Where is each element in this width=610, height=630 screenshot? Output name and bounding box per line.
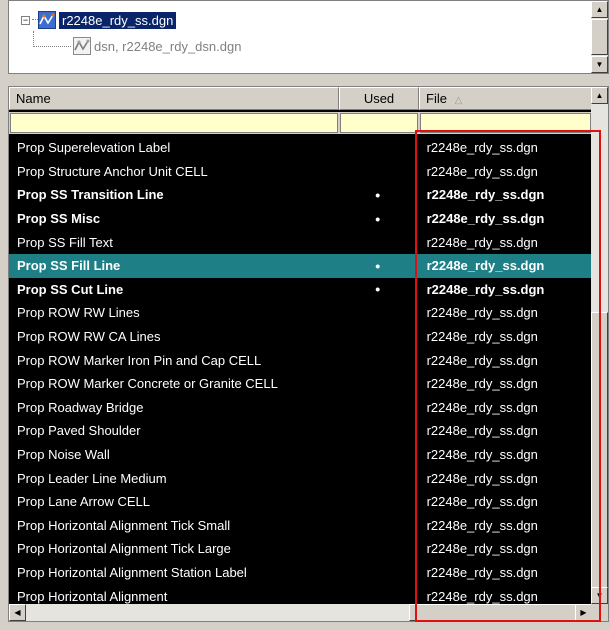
table-row[interactable]: Prop ROW Marker Iron Pin and Cap CELL r22…: [9, 348, 592, 372]
level-name-cell: Prop Roadway Bridge: [17, 399, 144, 415]
scroll-up-button[interactable]: ▲: [591, 87, 608, 104]
level-name-cell: Prop Noise Wall: [17, 447, 110, 463]
list-header: Name Used File △: [9, 87, 592, 110]
level-name-cell: Prop Leader Line Medium: [17, 470, 167, 486]
level-name-cell: Prop ROW RW Lines: [17, 305, 140, 321]
level-name-cell: Prop SS Cut Line: [17, 281, 124, 297]
level-name-cell: Prop Paved Shoulder: [17, 423, 141, 439]
horizontal-scroll-thumb[interactable]: [409, 604, 579, 621]
table-row[interactable]: Prop SS Fill Text r2248e_rdy_ss.dgn: [9, 230, 592, 254]
file-cell: r2248e_rdy_ss.dgn: [426, 305, 538, 321]
table-row[interactable]: Prop ROW Marker Concrete or Granite CELL…: [9, 372, 592, 396]
filter-row: [9, 112, 592, 134]
dgn-file-icon: [38, 11, 56, 29]
file-cell: r2248e_rdy_ss.dgn: [426, 211, 545, 227]
table-row[interactable]: Prop SS Misc • r2248e_rdy_ss.dgn: [9, 207, 592, 231]
level-name-cell: Prop Structure Anchor Unit CELL: [17, 163, 208, 179]
file-cell: r2248e_rdy_ss.dgn: [426, 352, 538, 368]
scroll-down-button[interactable]: ▼: [591, 56, 608, 73]
used-filter-field[interactable]: [340, 113, 418, 133]
tree-vertical-scrollbar[interactable]: ▲ ▼: [591, 1, 608, 73]
file-cell: r2248e_rdy_ss.dgn: [426, 423, 538, 439]
scroll-right-button[interactable]: ▶: [575, 604, 592, 621]
table-row[interactable]: Prop SS Fill Line • r2248e_rdy_ss.dgn: [9, 253, 592, 278]
table-row[interactable]: Prop Noise Wall r2248e_rdy_ss.dgn: [9, 443, 592, 467]
tree-scroll-thumb[interactable]: [591, 19, 608, 55]
file-cell: r2248e_rdy_ss.dgn: [426, 281, 545, 297]
used-indicator-cell: •: [375, 281, 381, 298]
table-row[interactable]: Prop Roadway Bridge r2248e_rdy_ss.dgn: [9, 396, 592, 420]
tree-node-root-label: r2248e_rdy_ss.dgn: [59, 11, 177, 29]
scroll-down-button[interactable]: ▼: [591, 587, 608, 604]
level-name-cell: Prop SS Misc: [17, 211, 101, 227]
file-cell: r2248e_rdy_ss.dgn: [426, 588, 538, 604]
table-row[interactable]: Prop Structure Anchor Unit CELL r2248e_rd…: [9, 160, 592, 184]
level-name-cell: Prop SS Fill Line: [17, 258, 121, 274]
dgn-file-icon: [73, 37, 91, 55]
level-name-cell: Prop ROW Marker Concrete or Granite CELL: [17, 376, 278, 392]
file-cell: r2248e_rdy_ss.dgn: [426, 329, 538, 345]
column-header-name[interactable]: Name: [9, 87, 339, 110]
file-cell: r2248e_rdy_ss.dgn: [426, 447, 538, 463]
table-row[interactable]: Prop Leader Line Medium r2248e_rdy_ss.dgn: [9, 466, 592, 490]
list-vertical-scrollbar[interactable]: ▲ ▼: [591, 87, 608, 612]
list-scroll-thumb[interactable]: [591, 312, 608, 612]
table-row[interactable]: Prop Horizontal Alignment Tick Small r224…: [9, 514, 592, 538]
level-name-cell: Prop ROW RW CA Lines: [17, 329, 161, 345]
table-row[interactable]: Prop ROW RW Lines r2248e_rdy_ss.dgn: [9, 301, 592, 325]
table-row[interactable]: Prop Paved Shoulder r2248e_rdy_ss.dgn: [9, 419, 592, 443]
list-rows: Prop Superelevation Label r2248e_rdy_ss.d…: [9, 136, 592, 608]
level-name-cell: Prop Horizontal Alignment Tick Large: [17, 541, 231, 557]
file-cell: r2248e_rdy_ss.dgn: [426, 541, 538, 557]
file-cell: r2248e_rdy_ss.dgn: [426, 234, 538, 250]
file-filter-field[interactable]: [420, 113, 591, 133]
file-cell: r2248e_rdy_ss.dgn: [426, 140, 538, 156]
collapse-toggle[interactable]: −: [21, 15, 30, 25]
level-name-cell: Prop Lane Arrow CELL: [17, 494, 150, 510]
table-row[interactable]: Prop SS Transition Line • r2248e_rdy_ss.dg…: [9, 183, 592, 207]
tree-node-root[interactable]: − r2248e_rdy_ss.dgn: [21, 9, 177, 31]
file-cell: r2248e_rdy_ss.dgn: [426, 376, 538, 392]
file-cell: r2248e_rdy_ss.dgn: [426, 470, 538, 486]
tree-node-child-label: dsn, r2248e_rdy_dsn.dgn: [94, 38, 242, 54]
file-cell: r2248e_rdy_ss.dgn: [426, 187, 545, 203]
used-indicator-cell: •: [375, 210, 381, 227]
level-name-cell: Prop Horizontal Alignment: [17, 588, 168, 604]
table-row[interactable]: Prop Horizontal Alignment Tick Large r224…: [9, 537, 592, 561]
level-name-cell: Prop SS Transition Line: [17, 187, 164, 203]
scroll-left-button[interactable]: ◀: [9, 604, 26, 621]
level-name-cell: Prop SS Fill Text: [17, 234, 113, 250]
scroll-up-button[interactable]: ▲: [591, 1, 608, 18]
column-header-used[interactable]: Used: [339, 87, 419, 110]
file-cell: r2248e_rdy_ss.dgn: [426, 564, 538, 580]
file-cell: r2248e_rdy_ss.dgn: [426, 163, 538, 179]
model-tree: − r2248e_rdy_ss.dgn dsn, r2248e_rdy_dsn.…: [8, 0, 609, 74]
table-row[interactable]: Prop Horizontal Alignment Station Label r…: [9, 561, 592, 585]
file-cell: r2248e_rdy_ss.dgn: [426, 399, 538, 415]
name-filter-field[interactable]: [10, 113, 338, 133]
file-cell: r2248e_rdy_ss.dgn: [426, 517, 538, 533]
used-indicator-cell: •: [375, 257, 381, 274]
sort-ascending-icon: △: [454, 95, 463, 106]
table-row[interactable]: Prop ROW RW CA Lines r2248e_rdy_ss.dgn: [9, 325, 592, 349]
file-cell: r2248e_rdy_ss.dgn: [426, 494, 538, 510]
level-list: Name Used File △ Prop Superelevation Lab…: [8, 86, 609, 622]
file-cell: r2248e_rdy_ss.dgn: [426, 258, 545, 274]
table-row[interactable]: Prop Lane Arrow CELL r2248e_rdy_ss.dgn: [9, 490, 592, 514]
tree-node-child[interactable]: dsn, r2248e_rdy_dsn.dgn: [73, 35, 241, 57]
column-header-file-label: File: [426, 91, 447, 106]
level-name-cell: Prop Superelevation Label: [17, 140, 171, 156]
used-indicator-cell: •: [375, 186, 381, 203]
level-name-cell: Prop ROW Marker Iron Pin and Cap CELL: [17, 352, 262, 368]
level-name-cell: Prop Horizontal Alignment Station Label: [17, 564, 247, 580]
table-row[interactable]: Prop Superelevation Label r2248e_rdy_ss.d…: [9, 136, 592, 160]
list-horizontal-scrollbar[interactable]: ◀ ▶: [9, 604, 592, 621]
column-header-file[interactable]: File △: [419, 87, 592, 110]
scrollbar-corner: [591, 604, 608, 621]
table-row[interactable]: Prop SS Cut Line • r2248e_rdy_ss.dgn: [9, 278, 592, 302]
level-name-cell: Prop Horizontal Alignment Tick Small: [17, 517, 231, 533]
